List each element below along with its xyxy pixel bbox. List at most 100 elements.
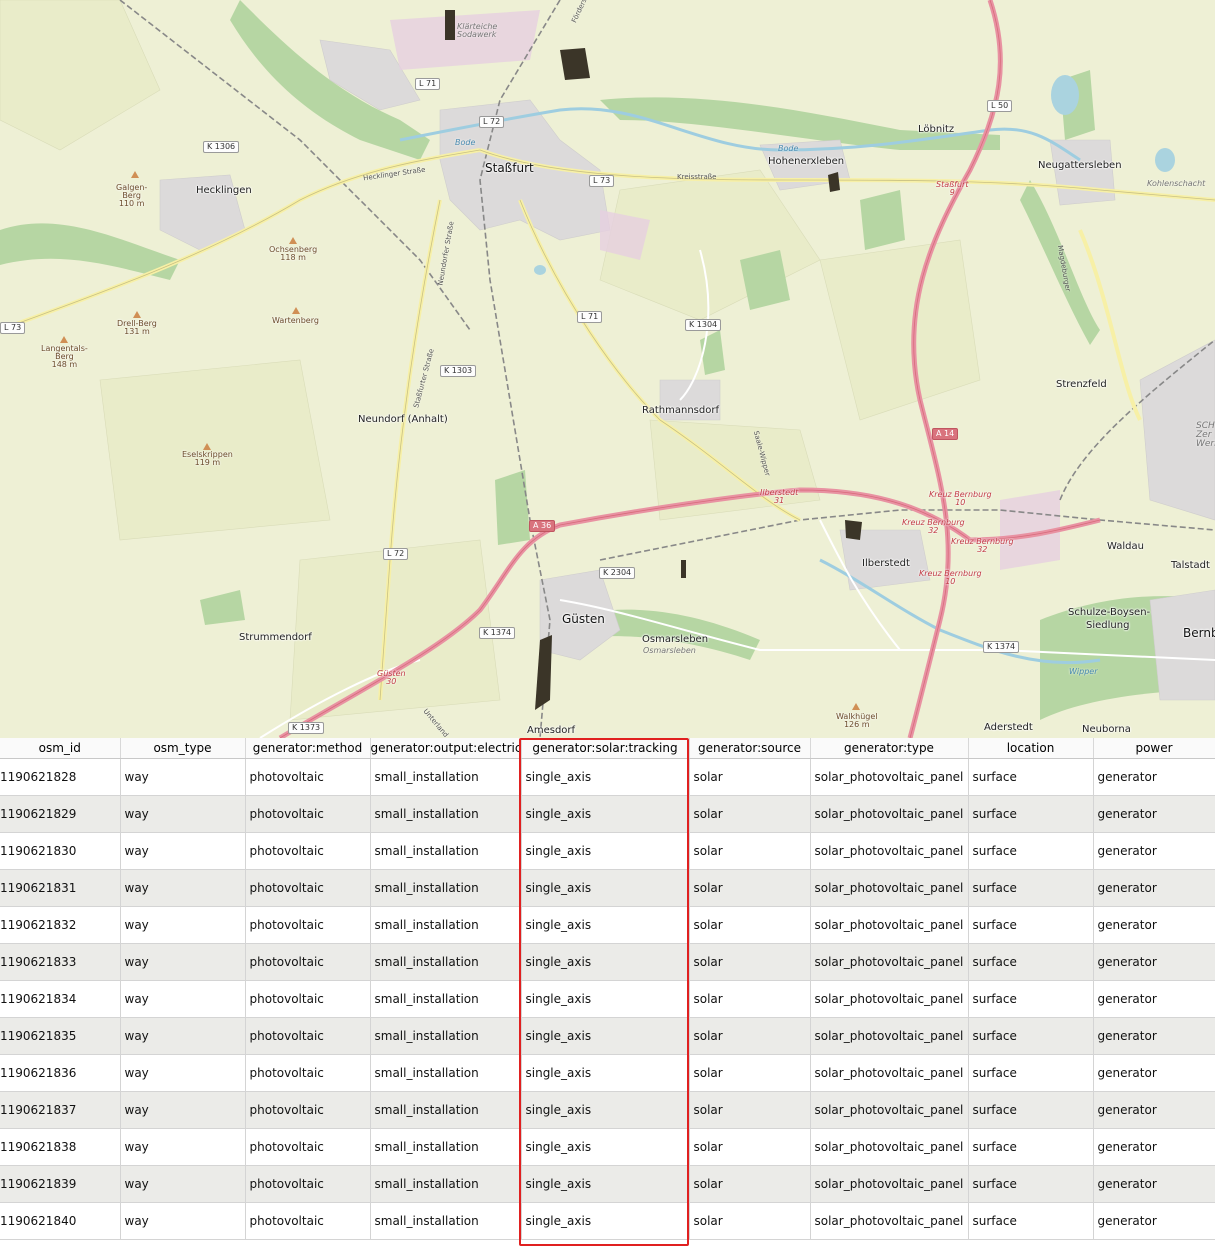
cell-osm-id[interactable]: 1190621831 — [0, 869, 121, 907]
cell-generator-method[interactable]: photovoltaic — [245, 795, 371, 833]
cell-location[interactable]: surface — [968, 1054, 1094, 1092]
map-label-loebnitz[interactable]: Löbnitz — [918, 125, 954, 135]
map-label-strenzfeld[interactable]: Strenzfeld — [1056, 380, 1107, 390]
cell-power[interactable]: generator — [1093, 1017, 1215, 1055]
cell-location[interactable]: surface — [968, 795, 1094, 833]
cell-osm-type[interactable]: way — [120, 1202, 246, 1240]
table-row[interactable]: 1190621840 way photovoltaic small_installat… — [0, 1202, 1215, 1240]
cell-osm-type[interactable]: way — [120, 1054, 246, 1092]
column-header-generator-method[interactable]: generator:method — [245, 738, 371, 759]
cell-generator-output-electricity[interactable]: small_installation — [370, 1202, 522, 1240]
cell-osm-id[interactable]: 1190621836 — [0, 1054, 121, 1092]
column-header-osm-id[interactable]: osm_id — [0, 738, 121, 759]
column-header-osm-type[interactable]: osm_type — [120, 738, 246, 759]
cell-generator-method[interactable]: photovoltaic — [245, 1128, 371, 1166]
cell-location[interactable]: surface — [968, 832, 1094, 870]
cell-generator-solar-tracking[interactable]: single_axis — [521, 758, 690, 796]
table-row[interactable]: 1190621832 way photovoltaic small_installat… — [0, 906, 1215, 944]
cell-power[interactable]: generator — [1093, 795, 1215, 833]
table-row[interactable]: 1190621831 way photovoltaic small_installat… — [0, 869, 1215, 907]
cell-generator-output-electricity[interactable]: small_installation — [370, 906, 522, 944]
cell-osm-id[interactable]: 1190621840 — [0, 1202, 121, 1240]
cell-location[interactable]: surface — [968, 758, 1094, 796]
cell-generator-source[interactable]: solar — [689, 980, 811, 1018]
cell-generator-method[interactable]: photovoltaic — [245, 943, 371, 981]
cell-generator-solar-tracking[interactable]: single_axis — [521, 1202, 690, 1240]
cell-power[interactable]: generator — [1093, 1202, 1215, 1240]
cell-generator-solar-tracking[interactable]: single_axis — [521, 869, 690, 907]
cell-osm-id[interactable]: 1190621837 — [0, 1091, 121, 1129]
cell-generator-output-electricity[interactable]: small_installation — [370, 1128, 522, 1166]
cell-location[interactable]: surface — [968, 1017, 1094, 1055]
map-label-ilberstedt[interactable]: Ilberstedt — [862, 559, 910, 569]
cell-generator-source[interactable]: solar — [689, 795, 811, 833]
cell-generator-type[interactable]: solar_photovoltaic_panel — [810, 1202, 969, 1240]
cell-generator-type[interactable]: solar_photovoltaic_panel — [810, 1165, 969, 1203]
column-header-power[interactable]: power — [1093, 738, 1215, 759]
cell-power[interactable]: generator — [1093, 1054, 1215, 1092]
cell-power[interactable]: generator — [1093, 943, 1215, 981]
table-row[interactable]: 1190621839 way photovoltaic small_installat… — [0, 1165, 1215, 1203]
cell-generator-source[interactable]: solar — [689, 832, 811, 870]
cell-generator-type[interactable]: solar_photovoltaic_panel — [810, 1091, 969, 1129]
map-label-waldau[interactable]: Waldau — [1107, 542, 1144, 552]
cell-generator-type[interactable]: solar_photovoltaic_panel — [810, 1017, 969, 1055]
column-header-location[interactable]: location — [968, 738, 1094, 759]
table-row[interactable]: 1190621835 way photovoltaic small_installat… — [0, 1017, 1215, 1055]
map-label-schulze-boysen[interactable]: Schulze-Boysen- — [1068, 608, 1150, 618]
map-view[interactable]: Staßfurt Hecklingen Hohenerxleben Löbnit… — [0, 0, 1215, 738]
map-label-neuborna[interactable]: Neuborna — [1082, 725, 1131, 735]
cell-generator-type[interactable]: solar_photovoltaic_panel — [810, 795, 969, 833]
map-label-osmarsleben[interactable]: Osmarsleben — [642, 635, 708, 645]
cell-osm-type[interactable]: way — [120, 943, 246, 981]
table-row[interactable]: 1190621833 way photovoltaic small_installat… — [0, 943, 1215, 981]
cell-osm-id[interactable]: 1190621838 — [0, 1128, 121, 1166]
cell-osm-type[interactable]: way — [120, 832, 246, 870]
cell-generator-source[interactable]: solar — [689, 1054, 811, 1092]
cell-location[interactable]: surface — [968, 869, 1094, 907]
table-row[interactable]: 1190621829 way photovoltaic small_installat… — [0, 795, 1215, 833]
cell-generator-source[interactable]: solar — [689, 906, 811, 944]
cell-generator-type[interactable]: solar_photovoltaic_panel — [810, 832, 969, 870]
map-label-aderstedt[interactable]: Aderstedt — [984, 723, 1033, 733]
cell-generator-output-electricity[interactable]: small_installation — [370, 1165, 522, 1203]
cell-generator-solar-tracking[interactable]: single_axis — [521, 1128, 690, 1166]
cell-generator-solar-tracking[interactable]: single_axis — [521, 1054, 690, 1092]
cell-osm-type[interactable]: way — [120, 1017, 246, 1055]
cell-generator-type[interactable]: solar_photovoltaic_panel — [810, 1054, 969, 1092]
cell-osm-id[interactable]: 1190621830 — [0, 832, 121, 870]
cell-generator-output-electricity[interactable]: small_installation — [370, 832, 522, 870]
table-row[interactable]: 1190621828 way photovoltaic small_installat… — [0, 758, 1215, 796]
cell-generator-method[interactable]: photovoltaic — [245, 1054, 371, 1092]
cell-location[interactable]: surface — [968, 1202, 1094, 1240]
cell-power[interactable]: generator — [1093, 1128, 1215, 1166]
cell-generator-output-electricity[interactable]: small_installation — [370, 1017, 522, 1055]
cell-generator-type[interactable]: solar_photovoltaic_panel — [810, 943, 969, 981]
cell-generator-output-electricity[interactable]: small_installation — [370, 758, 522, 796]
map-label-stassfurt[interactable]: Staßfurt — [485, 162, 534, 174]
cell-generator-type[interactable]: solar_photovoltaic_panel — [810, 980, 969, 1018]
cell-generator-method[interactable]: photovoltaic — [245, 1017, 371, 1055]
cell-generator-type[interactable]: solar_photovoltaic_panel — [810, 906, 969, 944]
cell-osm-id[interactable]: 1190621833 — [0, 943, 121, 981]
cell-generator-output-electricity[interactable]: small_installation — [370, 980, 522, 1018]
cell-osm-id[interactable]: 1190621834 — [0, 980, 121, 1018]
map-label-hecklingen[interactable]: Hecklingen — [196, 186, 252, 196]
column-header-generator-source[interactable]: generator:source — [689, 738, 811, 759]
cell-generator-output-electricity[interactable]: small_installation — [370, 1091, 522, 1129]
cell-location[interactable]: surface — [968, 943, 1094, 981]
cell-generator-output-electricity[interactable]: small_installation — [370, 869, 522, 907]
table-row[interactable]: 1190621837 way photovoltaic small_installat… — [0, 1091, 1215, 1129]
cell-generator-source[interactable]: solar — [689, 1128, 811, 1166]
attribute-table[interactable]: osm_id osm_type generator:method generat… — [0, 738, 1215, 1249]
cell-generator-solar-tracking[interactable]: single_axis — [521, 980, 690, 1018]
cell-location[interactable]: surface — [968, 1128, 1094, 1166]
column-header-generator-output-electricity[interactable]: generator:output:electricity — [370, 738, 522, 759]
cell-generator-method[interactable]: photovoltaic — [245, 832, 371, 870]
cell-generator-method[interactable]: photovoltaic — [245, 1165, 371, 1203]
cell-power[interactable]: generator — [1093, 980, 1215, 1018]
cell-generator-solar-tracking[interactable]: single_axis — [521, 1165, 690, 1203]
cell-osm-id[interactable]: 1190621828 — [0, 758, 121, 796]
cell-power[interactable]: generator — [1093, 1165, 1215, 1203]
cell-osm-type[interactable]: way — [120, 1128, 246, 1166]
